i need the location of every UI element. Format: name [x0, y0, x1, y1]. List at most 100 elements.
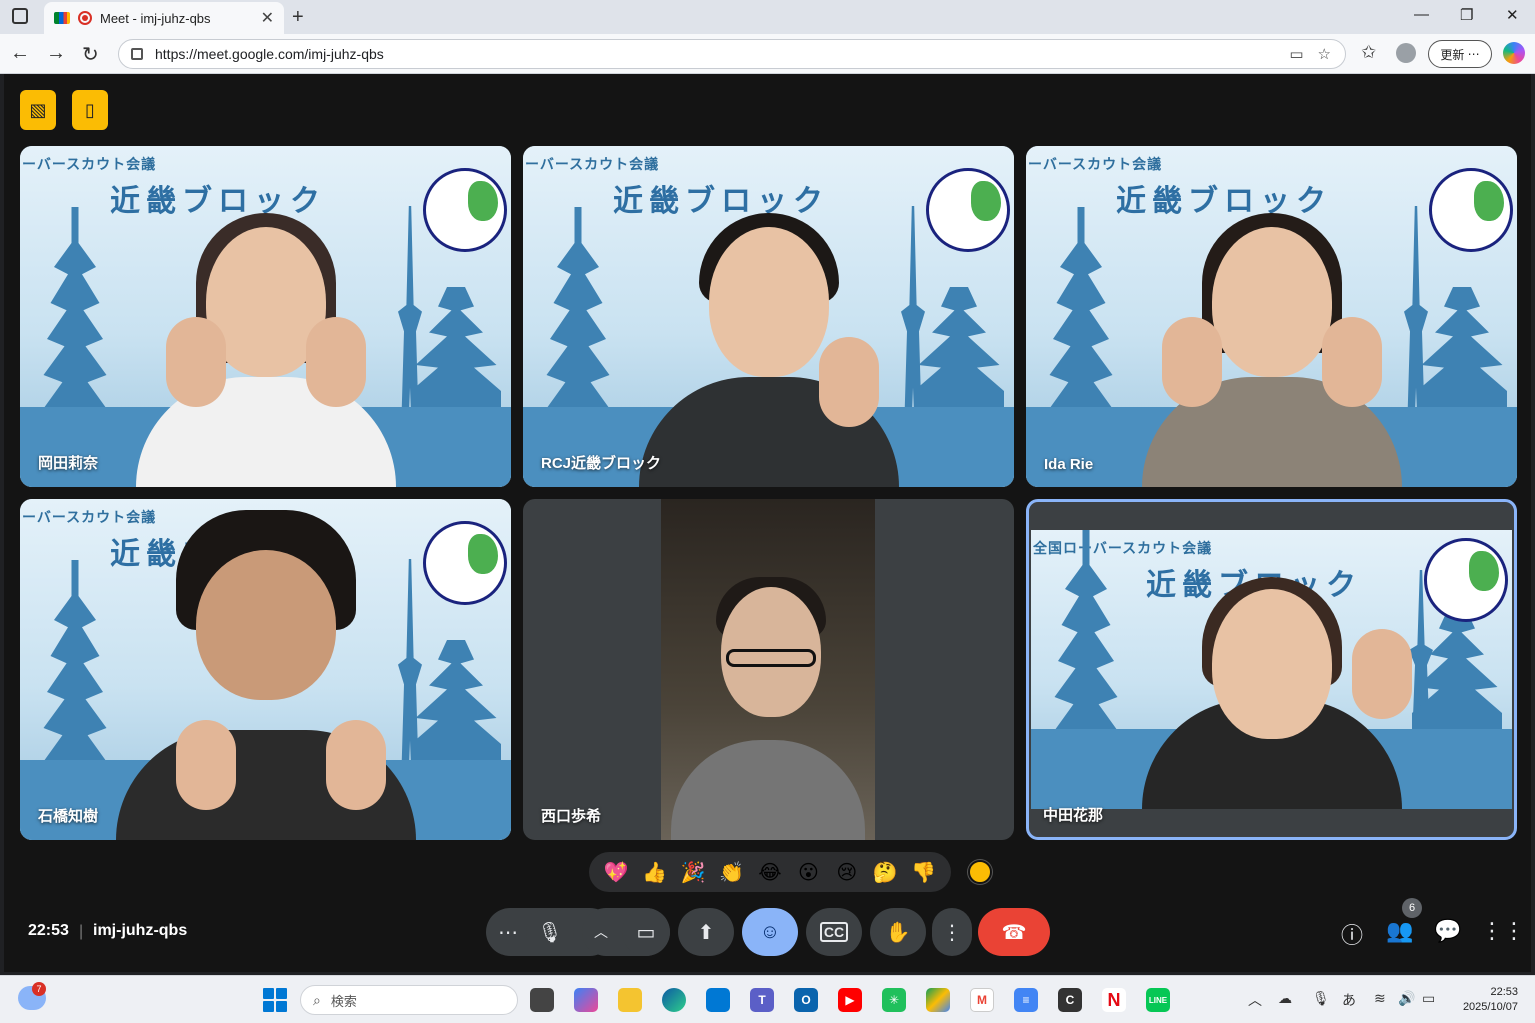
perplexity-icon[interactable]: ✳: [882, 988, 906, 1012]
door-icon[interactable]: ▯: [72, 90, 108, 130]
site-info-icon[interactable]: [131, 48, 143, 60]
new-tab-button[interactable]: +: [292, 6, 304, 29]
background-banner-text: ーバースカウト会議: [1028, 157, 1163, 173]
reload-icon[interactable]: ↻: [82, 42, 99, 67]
more-audio-options-icon[interactable]: ⋯: [486, 920, 530, 945]
task-view-icon[interactable]: [530, 988, 554, 1012]
participant-tile[interactable]: ーバースカウト会議 近畿ブロック Ida Rie: [1026, 146, 1517, 487]
raise-hand-button[interactable]: ✋: [870, 908, 926, 956]
microphone-button[interactable]: 🎙: [526, 908, 574, 956]
clapping-icon[interactable]: 👏: [716, 860, 748, 885]
microphone-icon: 🎙: [537, 921, 563, 944]
hand-icon: ✋: [885, 921, 911, 944]
meet-favicon-icon: [54, 12, 70, 24]
background-banner-text: ーバースカウト会議: [22, 157, 157, 173]
taskbar-search[interactable]: ⌕ 検索: [300, 985, 518, 1015]
rover-scout-emblem: [926, 168, 1010, 252]
laughing-icon[interactable]: 😂: [754, 860, 786, 885]
no-video-icon[interactable]: ▧: [20, 90, 56, 130]
app-c-icon[interactable]: C: [1058, 988, 1082, 1012]
meeting-info-icon[interactable]: ⓘ: [1337, 918, 1367, 950]
outlook-icon[interactable]: O: [794, 988, 818, 1012]
forward-icon[interactable]: →: [46, 42, 66, 65]
more-vert-icon: ⋮: [942, 921, 962, 944]
divider: |: [79, 923, 84, 940]
volume-icon[interactable]: 🔊: [1398, 990, 1415, 1007]
leave-call-button[interactable]: ☎: [978, 908, 1050, 956]
file-explorer-icon[interactable]: [618, 988, 642, 1012]
camera-button[interactable]: ▭: [622, 908, 670, 956]
thumbs-up-icon[interactable]: 👍: [639, 860, 671, 885]
search-icon: ⌕: [313, 991, 321, 1008]
captions-button[interactable]: CC: [806, 908, 862, 956]
chat-icon[interactable]: 💬: [1433, 918, 1463, 944]
participant-name: Ida Rie: [1044, 456, 1094, 473]
battery-icon[interactable]: ▭: [1422, 990, 1435, 1007]
netflix-icon[interactable]: N: [1102, 988, 1126, 1012]
chevron-up-icon[interactable]: ︿: [594, 922, 608, 942]
party-popper-icon[interactable]: 🎉: [677, 860, 709, 885]
maximize-icon[interactable]: ❐: [1460, 6, 1473, 24]
mic-tray-icon[interactable]: 🎙: [1312, 990, 1330, 1007]
ime-indicator[interactable]: あ: [1342, 990, 1356, 1010]
minimize-icon[interactable]: —: [1414, 6, 1429, 23]
sidebar-toggle-icon[interactable]: [12, 8, 28, 24]
clock-time: 22:53: [1490, 986, 1518, 998]
favorites-icon[interactable]: ✩: [1361, 42, 1376, 63]
system-clock[interactable]: 22:53 2025/10/07: [1452, 985, 1518, 1015]
profile-avatar[interactable]: [1396, 43, 1416, 63]
teams-icon[interactable]: T: [750, 988, 774, 1012]
copilot-app-icon[interactable]: [574, 988, 598, 1012]
participant-name: 岡田莉奈: [38, 455, 99, 472]
google-drive-icon[interactable]: [926, 988, 950, 1012]
show-hidden-icons[interactable]: ︿: [1248, 990, 1262, 1010]
browser-tab[interactable]: Meet - imj-juhz-qbs ✕: [44, 2, 284, 34]
captions-icon: CC: [819, 922, 849, 942]
present-screen-button[interactable]: ⬆: [678, 908, 734, 956]
rover-scout-emblem: [423, 168, 507, 252]
back-icon[interactable]: ←: [10, 42, 30, 65]
update-button[interactable]: 更新 ⋯: [1428, 40, 1492, 68]
store-icon[interactable]: [706, 988, 730, 1012]
reactions-button[interactable]: ☺: [742, 908, 798, 956]
participant-video: [1122, 187, 1422, 487]
end-call-icon: ☎: [1001, 921, 1027, 944]
camera-indicator-icon[interactable]: ▭: [1289, 45, 1303, 63]
url-field[interactable]: https://meet.google.com/imj-juhz-qbs ▭ ☆: [118, 39, 1346, 69]
meet-stage: ▧ ▯ ーバースカウト会議 近畿ブロック 岡田莉奈 ーバースカウト会議 近畿ブロ…: [4, 74, 1531, 972]
search-placeholder: 検索: [330, 993, 357, 1009]
rover-scout-emblem: [1424, 538, 1508, 622]
youtube-icon[interactable]: ▶: [838, 988, 862, 1012]
participant-tile[interactable]: ーバースカウト会議 近畿ブロック RCJ近畿ブロック: [523, 146, 1014, 487]
tab-title: Meet - imj-juhz-qbs: [100, 10, 211, 26]
people-icon[interactable]: 👥: [1385, 918, 1415, 944]
onedrive-icon[interactable]: ☁: [1278, 990, 1292, 1007]
clock-date: 2025/10/07: [1462, 1001, 1518, 1013]
activities-icon[interactable]: ⋮⋮: [1481, 918, 1525, 944]
bookmark-star-icon[interactable]: ☆: [1318, 45, 1331, 63]
sad-icon[interactable]: 😢: [831, 860, 863, 885]
wifi-icon[interactable]: ≋: [1374, 990, 1386, 1007]
thinking-icon[interactable]: 🤔: [869, 860, 901, 885]
sparkling-heart-icon[interactable]: 💖: [600, 860, 632, 885]
gmail-icon[interactable]: M: [970, 988, 994, 1012]
surprised-icon[interactable]: 😮: [792, 860, 824, 885]
close-tab-icon[interactable]: ✕: [261, 8, 274, 28]
participant-tile[interactable]: ーバースカウト会議 近畿ブロック 石橋知樹: [20, 499, 511, 840]
copilot-icon[interactable]: [1503, 42, 1525, 64]
meeting-code: imj-juhz-qbs: [93, 922, 188, 939]
start-button[interactable]: [263, 988, 287, 1012]
edge-icon[interactable]: [662, 988, 686, 1012]
address-bar-row: ← → ↻ https://meet.google.com/imj-juhz-q…: [0, 34, 1535, 74]
close-window-icon[interactable]: ✕: [1506, 6, 1519, 24]
participant-tile-active-speaker[interactable]: 全国ローバースカウト会議 近畿ブロック 中田花那: [1026, 499, 1517, 840]
url-text: https://meet.google.com/imj-juhz-qbs: [155, 46, 384, 62]
more-options-button[interactable]: ⋮: [932, 908, 972, 956]
participant-tile[interactable]: 西口歩希: [523, 499, 1014, 840]
meeting-clock: 22:53: [28, 922, 69, 939]
skin-tone-picker[interactable]: [968, 860, 992, 884]
participant-tile[interactable]: ーバースカウト会議 近畿ブロック 岡田莉奈: [20, 146, 511, 487]
line-icon[interactable]: LINE: [1146, 988, 1170, 1012]
thumbs-down-icon[interactable]: 👎: [908, 860, 940, 885]
google-docs-icon[interactable]: ≡: [1014, 988, 1038, 1012]
